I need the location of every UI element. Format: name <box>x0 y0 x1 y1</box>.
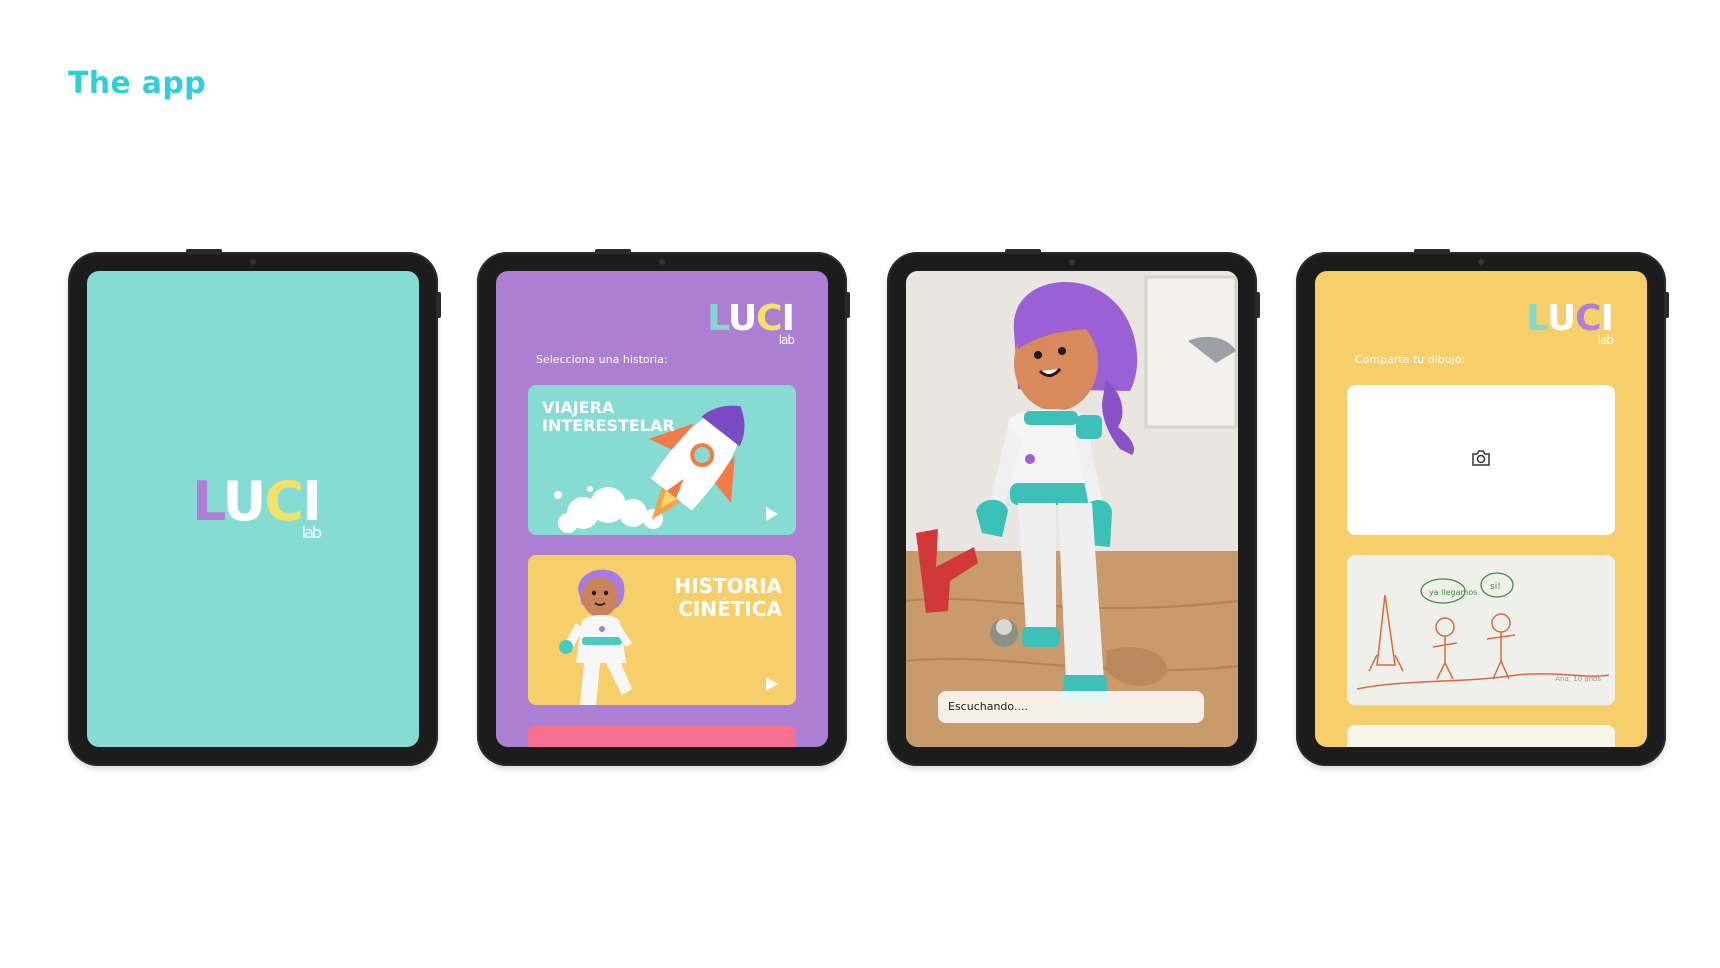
tablet-button <box>1005 249 1041 252</box>
luci-logo: LUCI lab <box>1526 298 1614 347</box>
logo-letter: L <box>192 470 225 533</box>
drawing-bubble-text: si! <box>1490 582 1501 592</box>
front-camera <box>659 259 665 265</box>
splash-screen: LUCI lab <box>87 271 419 747</box>
story-card-title: VIAJERA INTERESTELAR <box>542 398 675 436</box>
tablet-splash: LUCI lab <box>68 249 441 766</box>
story-card-historia[interactable]: HISTORIA CINÉTICA <box>528 555 796 705</box>
tablet-button <box>186 249 222 252</box>
share-screen: LUCI lab Comparte tu dibujo: ya llegamos… <box>1315 271 1647 747</box>
shared-drawing-partial[interactable] <box>1347 725 1615 747</box>
story-card-title: HISTORIA CINÉTICA <box>674 575 782 621</box>
luci-logo: LUCI lab <box>707 298 795 347</box>
logo-letter: C <box>756 298 782 339</box>
drawing-caption: Ana, 10 años <box>1555 675 1601 683</box>
story-card-partial[interactable] <box>528 725 796 747</box>
story-title-line: INTERESTELAR <box>542 416 675 436</box>
camera-icon <box>1472 450 1490 466</box>
tablet-share-drawing: LUCI lab Comparte tu dibujo: ya llegamos… <box>1296 249 1669 766</box>
logo-letter: C <box>264 470 304 533</box>
logo-letter: L <box>707 298 729 339</box>
play-icon[interactable] <box>766 507 778 521</box>
logo-subtitle: lab <box>778 333 795 347</box>
tablet-button <box>438 292 441 318</box>
logo-letter: U <box>1546 298 1576 339</box>
listening-status: Escuchando.... <box>938 691 1204 723</box>
upload-drawing-button[interactable] <box>1347 385 1615 535</box>
ar-screen: Escuchando.... <box>906 271 1238 747</box>
share-prompt: Comparte tu dibujo: <box>1355 353 1466 366</box>
play-icon[interactable] <box>766 677 778 691</box>
logo-subtitle: lab <box>301 523 322 542</box>
logo-letter: U <box>727 298 757 339</box>
front-camera <box>250 259 256 265</box>
luci-logo: LUCI lab <box>192 475 322 541</box>
story-select-screen: LUCI lab Selecciona una historia: VIAJER… <box>496 271 828 747</box>
front-camera <box>1478 259 1484 265</box>
story-prompt: Selecciona una historia: <box>536 353 668 366</box>
tablet-button <box>1257 292 1260 318</box>
ar-scene-illustration <box>906 271 1238 747</box>
tablet-ar-view: Escuchando.... <box>887 249 1260 766</box>
tablet-story-select: LUCI lab Selecciona una historia: VIAJER… <box>477 249 850 766</box>
story-title-line: HISTORIA <box>674 574 782 598</box>
shared-drawing[interactable]: ya llegamos si! Ana, 10 años <box>1347 555 1615 705</box>
story-card-viajera[interactable]: VIAJERA INTERESTELAR <box>528 385 796 535</box>
logo-letter: U <box>222 470 266 533</box>
logo-letter: C <box>1575 298 1601 339</box>
logo-subtitle: lab <box>1597 333 1614 347</box>
tablet-button <box>847 292 850 318</box>
tablet-button <box>1414 249 1450 252</box>
drawing-bubble-text: ya llegamos <box>1429 588 1477 597</box>
story-title-line: VIAJERA <box>542 398 615 417</box>
front-camera <box>1069 259 1075 265</box>
logo-letter: L <box>1526 298 1548 339</box>
story-title-line: CINÉTICA <box>678 597 782 621</box>
page-title: The app <box>68 66 206 101</box>
tablet-button <box>1666 292 1669 318</box>
tablet-button <box>595 249 631 252</box>
